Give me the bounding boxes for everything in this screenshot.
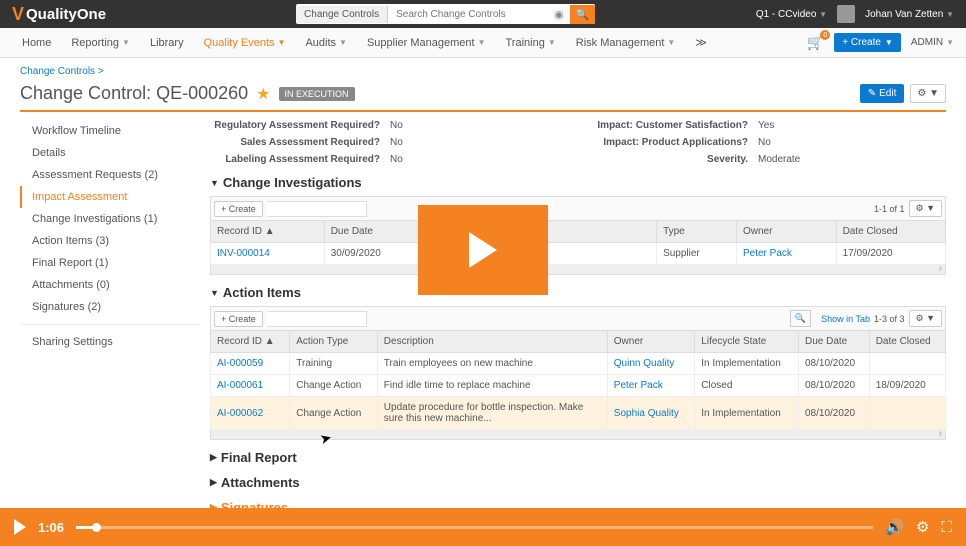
sidebar-item-investigations[interactable]: Change Investigations (1) bbox=[20, 208, 200, 230]
table-row[interactable]: AI-000061Change ActionFind idle time to … bbox=[211, 375, 946, 397]
sidebar-item-workflow[interactable]: Workflow Timeline bbox=[20, 120, 200, 142]
info-value: Moderate bbox=[758, 154, 800, 165]
nav-training[interactable]: Training▼ bbox=[495, 37, 565, 49]
ci-col[interactable]: Owner bbox=[736, 221, 836, 243]
nav-supplier[interactable]: Supplier Management▼ bbox=[357, 37, 496, 49]
info-value: No bbox=[758, 137, 771, 148]
nav-risk[interactable]: Risk Management▼ bbox=[566, 37, 686, 49]
video-controls: 1:06 🔊 ⚙ ⛶ bbox=[0, 508, 966, 546]
sidebar-item-details[interactable]: Details bbox=[20, 142, 200, 164]
create-button[interactable]: + Create▼ bbox=[834, 33, 901, 52]
ci-search-input[interactable] bbox=[267, 201, 367, 217]
ai-col[interactable]: Record ID ▲ bbox=[211, 331, 290, 353]
nav-reporting[interactable]: Reporting▼ bbox=[61, 37, 140, 49]
ai-gear-icon[interactable]: ⚙ ▼ bbox=[909, 310, 942, 327]
ai-create-button[interactable]: + Create bbox=[214, 311, 263, 327]
video-play-button[interactable] bbox=[14, 519, 26, 535]
ai-show-in-tab[interactable]: Show in Tab bbox=[821, 314, 870, 324]
ai-col[interactable]: Due Date bbox=[798, 331, 869, 353]
page-header: Change Control: QE-000260 ★ IN EXECUTION… bbox=[20, 83, 946, 112]
cart-icon[interactable]: 🛒0 bbox=[807, 34, 824, 51]
edit-button[interactable]: ✎ Edit bbox=[860, 84, 905, 103]
ci-range: 1-1 of 1 bbox=[874, 204, 905, 214]
ci-gear-icon[interactable]: ⚙ ▼ bbox=[909, 200, 942, 217]
video-play-overlay[interactable] bbox=[418, 205, 548, 295]
info-label: Impact: Customer Satisfaction? bbox=[578, 120, 758, 131]
ci-col[interactable]: Record ID ▲ bbox=[211, 221, 325, 243]
expand-icon[interactable]: ▶ bbox=[210, 452, 217, 463]
info-value: No bbox=[390, 137, 403, 148]
info-label: Regulatory Assessment Required? bbox=[210, 120, 390, 131]
nav-home[interactable]: Home bbox=[12, 37, 61, 49]
context-select[interactable]: Q1 - CCvideo ▼ bbox=[756, 9, 827, 20]
favorite-star-icon[interactable]: ★ bbox=[256, 84, 270, 104]
ci-col[interactable]: Date Closed bbox=[836, 221, 945, 243]
user-menu[interactable]: Johan Van Zetten ▼ bbox=[865, 9, 954, 20]
collapse-icon[interactable]: ▼ bbox=[210, 288, 219, 298]
sidebar-item-sharing[interactable]: Sharing Settings bbox=[20, 331, 200, 353]
status-badge: IN EXECUTION bbox=[279, 87, 355, 101]
sidebar-item-action-items[interactable]: Action Items (3) bbox=[20, 230, 200, 252]
video-progress[interactable] bbox=[76, 526, 873, 529]
avatar[interactable] bbox=[837, 5, 855, 23]
volume-icon[interactable]: 🔊 bbox=[885, 518, 904, 536]
breadcrumb[interactable]: Change Controls > bbox=[20, 66, 946, 77]
table-row[interactable]: INV-00001430/09/2020HighSupplierPeter Pa… bbox=[211, 243, 946, 265]
section-action-items[interactable]: ▼Action Items bbox=[210, 285, 946, 300]
ai-table: Record ID ▲Action TypeDescriptionOwnerLi… bbox=[210, 330, 946, 430]
ai-col[interactable]: Description bbox=[377, 331, 607, 353]
settings-icon[interactable]: ⚙ bbox=[916, 518, 929, 536]
ci-create-button[interactable]: + Create bbox=[214, 201, 263, 217]
sidebar-item-signatures[interactable]: Signatures (2) bbox=[20, 296, 200, 318]
ci-scrollbar[interactable] bbox=[210, 265, 946, 275]
ai-search-icon[interactable]: 🔍 bbox=[790, 310, 811, 327]
nav-more-icon[interactable]: ≫ bbox=[685, 36, 717, 49]
sidebar-item-impact[interactable]: Impact Assessment bbox=[20, 186, 200, 208]
nav-audits[interactable]: Audits▼ bbox=[295, 37, 357, 49]
nav-quality-events[interactable]: Quality Events▼ bbox=[194, 37, 296, 49]
play-icon bbox=[469, 232, 497, 268]
sidebar-item-attachments[interactable]: Attachments (0) bbox=[20, 274, 200, 296]
info-value: No bbox=[390, 154, 403, 165]
ci-table: Record ID ▲Due DatePriorityTitleTypeOwne… bbox=[210, 220, 946, 265]
info-value: Yes bbox=[758, 120, 774, 131]
nav-library[interactable]: Library bbox=[140, 37, 194, 49]
fullscreen-icon[interactable]: ⛶ bbox=[941, 519, 952, 536]
ai-col[interactable]: Lifecycle State bbox=[695, 331, 799, 353]
admin-menu[interactable]: ADMIN▼ bbox=[911, 37, 954, 48]
section-attachments[interactable]: ▶Attachments bbox=[210, 475, 946, 490]
info-label: Labeling Assessment Required? bbox=[210, 154, 390, 165]
table-row[interactable]: AI-000062Change ActionUpdate procedure f… bbox=[211, 397, 946, 430]
section-change-investigations[interactable]: ▼Change Investigations bbox=[210, 175, 946, 190]
ai-col[interactable]: Owner bbox=[607, 331, 695, 353]
info-value: No bbox=[390, 120, 403, 131]
info-label: Impact: Product Applications? bbox=[578, 137, 758, 148]
search-scope-select[interactable]: Change Controls bbox=[296, 6, 388, 23]
sidebar-item-assessment[interactable]: Assessment Requests (2) bbox=[20, 164, 200, 186]
ai-col[interactable]: Date Closed bbox=[869, 331, 945, 353]
global-search: Change Controls ◉ 🔍 bbox=[296, 4, 595, 24]
app-logo[interactable]: VQualityOne bbox=[12, 4, 106, 25]
video-time: 1:06 bbox=[38, 520, 64, 535]
record-sidebar: Workflow Timeline Details Assessment Req… bbox=[20, 120, 200, 521]
ai-search-input[interactable] bbox=[267, 311, 367, 327]
search-icon[interactable]: 🔍 bbox=[570, 5, 596, 24]
search-camera-icon[interactable]: ◉ bbox=[548, 5, 570, 24]
gear-icon[interactable]: ⚙ ▼ bbox=[910, 84, 946, 103]
expand-icon[interactable]: ▶ bbox=[210, 477, 217, 488]
search-input[interactable] bbox=[388, 6, 548, 23]
ci-col[interactable]: Due Date bbox=[324, 221, 425, 243]
table-row[interactable]: AI-000059TrainingTrain employees on new … bbox=[211, 353, 946, 375]
collapse-icon[interactable]: ▼ bbox=[210, 178, 219, 188]
topbar: VQualityOne Change Controls ◉ 🔍 Q1 - CCv… bbox=[0, 0, 966, 28]
ai-col[interactable]: Action Type bbox=[290, 331, 378, 353]
sidebar-item-final-report[interactable]: Final Report (1) bbox=[20, 252, 200, 274]
section-final-report[interactable]: ▶Final Report bbox=[210, 450, 946, 465]
ci-col[interactable]: Type bbox=[657, 221, 737, 243]
info-label: Severity. bbox=[578, 154, 758, 165]
page-title: Change Control: QE-000260 bbox=[20, 83, 248, 104]
ai-range: 1-3 of 3 bbox=[874, 314, 905, 324]
info-label: Sales Assessment Required? bbox=[210, 137, 390, 148]
main-nav: Home Reporting▼ Library Quality Events▼ … bbox=[0, 28, 966, 58]
